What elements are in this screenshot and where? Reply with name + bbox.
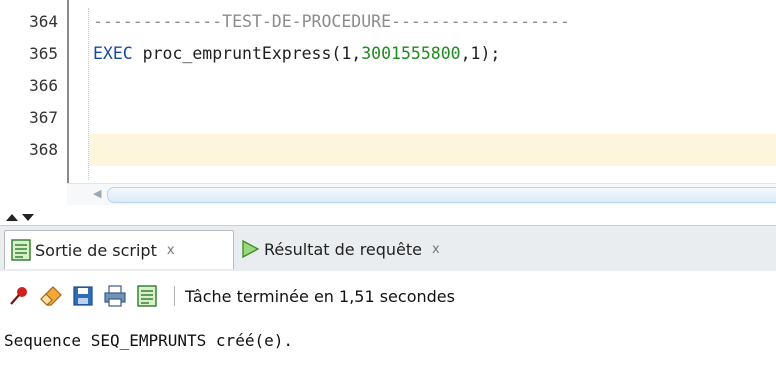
- collapse-up-icon[interactable]: [6, 214, 18, 221]
- task-status-text: Tâche terminée en 1,51 secondes: [185, 286, 455, 306]
- line-number: 364: [29, 12, 58, 31]
- output-tab-bar: Sortie de script x Résultat de requête x: [0, 225, 776, 272]
- code-editor[interactable]: 364 -------------TEST-DE-PROCEDURE------…: [0, 0, 776, 183]
- save-icon[interactable]: [70, 283, 96, 309]
- editor-line[interactable]: 365 EXEC proc_empruntExpress(1,300155580…: [0, 38, 776, 70]
- sql-punctuation: ,1);: [460, 44, 501, 63]
- collapse-down-icon[interactable]: [22, 214, 34, 221]
- editor-line[interactable]: 364 -------------TEST-DE-PROCEDURE------…: [0, 6, 776, 38]
- tab-label: Sortie de script: [35, 240, 157, 260]
- script-icon[interactable]: [134, 283, 160, 309]
- toolbar-separator: [174, 286, 175, 306]
- tab-label: Résultat de requête: [264, 239, 423, 259]
- editor-line[interactable]: 366: [0, 70, 776, 102]
- close-tab-icon[interactable]: x: [432, 242, 440, 257]
- code-text[interactable]: EXEC proc_empruntExpress(1,3001555800,1)…: [93, 38, 500, 70]
- pin-icon[interactable]: [6, 283, 32, 309]
- editor-line[interactable]: 367: [0, 102, 776, 134]
- line-number: 367: [29, 108, 58, 127]
- horizontal-scrollbar[interactable]: ◀: [67, 183, 776, 206]
- close-tab-icon[interactable]: x: [167, 243, 175, 258]
- scrollbar-thumb[interactable]: [107, 187, 776, 203]
- scroll-left-icon[interactable]: ◀: [93, 188, 105, 200]
- sql-identifier: proc_empruntExpress(1,: [132, 44, 362, 63]
- line-number: 368: [29, 140, 58, 159]
- sql-number: 3001555800: [361, 44, 461, 63]
- output-toolbar: Tâche terminée en 1,51 secondes: [0, 271, 776, 322]
- code-text[interactable]: -------------TEST-DE-PROCEDURE----------…: [93, 6, 570, 38]
- eraser-icon[interactable]: [38, 283, 64, 309]
- panel-splitter[interactable]: [0, 205, 776, 225]
- print-icon[interactable]: [102, 283, 128, 309]
- editor-line[interactable]: 368: [0, 134, 776, 166]
- tab-query-result[interactable]: Résultat de requête x: [238, 230, 538, 268]
- tab-script-output[interactable]: Sortie de script x: [4, 230, 234, 269]
- run-triangle-icon: [240, 239, 260, 259]
- line-number: 366: [29, 76, 58, 95]
- output-line: Sequence SEQ_EMPRUNTS créé(e).: [4, 331, 293, 350]
- sql-keyword: EXEC: [93, 44, 133, 63]
- sql-comment: -------------TEST-DE-PROCEDURE----------…: [93, 12, 570, 31]
- line-number: 365: [29, 44, 58, 63]
- script-output-icon: [11, 239, 31, 261]
- script-output-panel[interactable]: Sequence SEQ_EMPRUNTS créé(e).: [0, 321, 776, 367]
